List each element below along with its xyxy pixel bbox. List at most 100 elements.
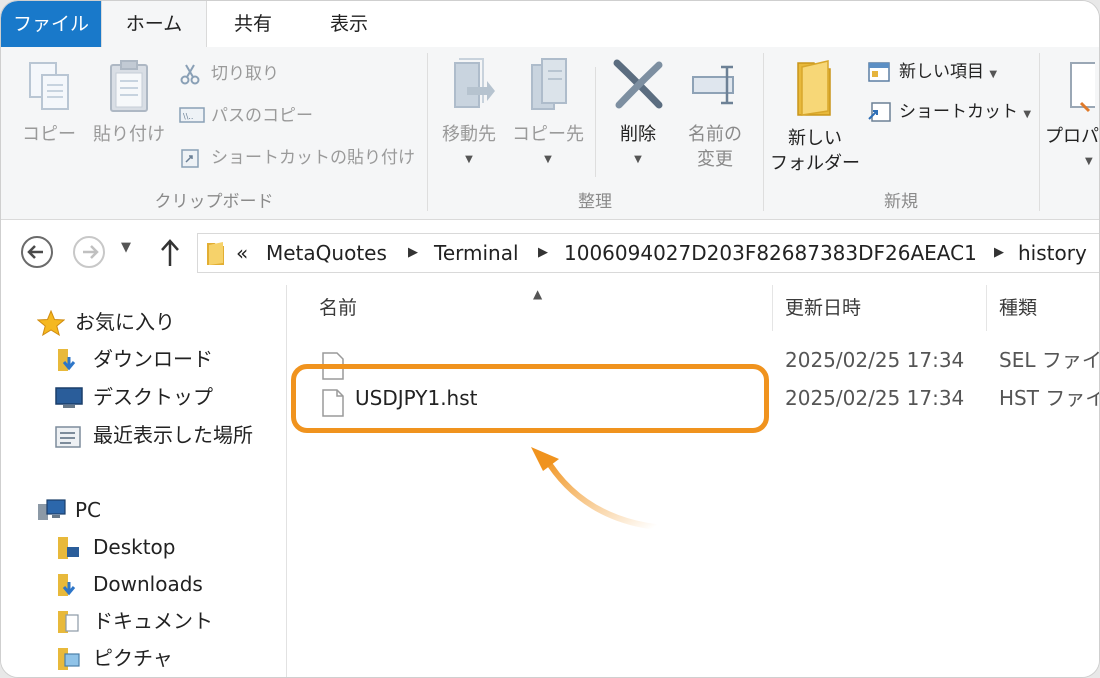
callout-arrow-icon bbox=[531, 447, 658, 530]
delete-button[interactable]: 削除 ▼ bbox=[605, 57, 671, 172]
shortcut-label: ショートカット ▼ bbox=[899, 102, 1032, 122]
breadcrumb-chevron-icon[interactable]: ▶ bbox=[408, 234, 418, 272]
properties-label: プロパ bbox=[1045, 126, 1099, 147]
file-modified: 2025/02/25 17:34 bbox=[785, 386, 965, 410]
breadcrumb-metaquotes[interactable]: MetaQuotes bbox=[266, 234, 387, 272]
explorer-window: ファイル ホーム 共有 表示 コピー 貼り付け 切り取り \\.. パスのコピー… bbox=[0, 0, 1100, 678]
downloads-folder-icon bbox=[58, 574, 76, 596]
nav-documents-label: ドキュメント bbox=[93, 609, 213, 633]
column-header-name[interactable]: 名前 bbox=[307, 285, 773, 331]
path-icon: \\.. bbox=[179, 107, 205, 123]
move-to-icon bbox=[454, 58, 495, 108]
file-modified: 2025/02/25 17:34 bbox=[785, 348, 965, 372]
tab-share[interactable]: 共有 bbox=[205, 1, 301, 47]
recent-places-icon bbox=[55, 426, 81, 448]
copy-to-button[interactable]: コピー先 ▼ bbox=[509, 57, 587, 172]
new-folder-label-line2: フォルダー bbox=[770, 153, 860, 174]
nav-pictures-label: ピクチャ bbox=[93, 646, 173, 670]
new-item-button[interactable]: 新しい項目 ▼ bbox=[867, 59, 1037, 85]
up-arrow-icon[interactable] bbox=[157, 236, 183, 268]
nav-downloads-label: Downloads bbox=[93, 572, 203, 596]
ribbon: コピー 貼り付け 切り取り \\.. パスのコピー ショートカットの貼り付け ク… bbox=[1, 47, 1099, 220]
nav-recent-label: 最近表示した場所 bbox=[93, 423, 253, 447]
rename-button[interactable]: 名前の 変更 bbox=[675, 57, 755, 172]
delete-x-icon bbox=[613, 59, 663, 109]
shortcut-button[interactable]: ショートカット ▼ bbox=[867, 99, 1037, 125]
shortcut-icon bbox=[868, 102, 891, 122]
move-to-button[interactable]: 移動先 ▼ bbox=[433, 57, 505, 172]
chevron-down-icon: ▼ bbox=[634, 154, 642, 165]
nav-desktop-jp-label: デスクトップ bbox=[93, 385, 213, 409]
nav-downloads-jp-label: ダウンロード bbox=[93, 347, 213, 371]
copy-to-icon bbox=[531, 58, 567, 110]
copy-path-button[interactable]: \\.. パスのコピー bbox=[179, 103, 399, 129]
pictures-folder-icon bbox=[58, 648, 80, 670]
tab-home[interactable]: ホーム bbox=[101, 1, 207, 48]
new-folder-button[interactable]: 新しい フォルダー bbox=[769, 57, 861, 176]
back-arrow-icon[interactable] bbox=[19, 234, 55, 270]
column-header-modified[interactable]: 更新日時 bbox=[773, 285, 987, 331]
new-folder-label-line1: 新しい bbox=[788, 128, 842, 149]
delete-label: 削除 bbox=[620, 124, 656, 145]
nav-quick-access-label: お気に入り bbox=[75, 310, 175, 334]
breadcrumb-history[interactable]: history bbox=[1018, 234, 1087, 272]
clipboard-icon bbox=[110, 60, 148, 112]
scissors-icon bbox=[180, 64, 200, 85]
clipboard-group-label: クリップボード bbox=[154, 192, 274, 212]
address-overflow-prefix[interactable]: « bbox=[236, 234, 248, 272]
paste-button[interactable]: 貼り付け bbox=[87, 59, 171, 147]
recent-locations-chevron-icon[interactable]: ▼ bbox=[121, 240, 131, 255]
folder-icon bbox=[797, 60, 831, 116]
column-header-type[interactable]: 種類 bbox=[987, 285, 1099, 331]
rename-label-line1: 名前の bbox=[688, 124, 742, 145]
ribbon-tabbar: ファイル ホーム 共有 表示 bbox=[1, 1, 1099, 48]
chevron-down-icon: ▼ bbox=[1085, 156, 1093, 167]
ribbon-separator bbox=[1039, 53, 1040, 211]
new-item-label: 新しい項目 ▼ bbox=[899, 62, 998, 82]
navigation-pane: お気に入り ダウンロード デスクトップ 最近表示した場所 PC Desktop … bbox=[1, 285, 287, 677]
copy-path-label: パスのコピー bbox=[211, 106, 313, 126]
organize-group-label: 整理 bbox=[578, 192, 612, 212]
ribbon-separator bbox=[595, 67, 596, 177]
copy-label: コピー bbox=[22, 124, 76, 145]
desktop-icon bbox=[55, 387, 83, 408]
paste-shortcut-button[interactable]: ショートカットの貼り付け bbox=[179, 145, 419, 171]
paste-shortcut-label: ショートカットの貼り付け bbox=[211, 148, 415, 168]
breadcrumb-chevron-icon[interactable]: ▶ bbox=[994, 234, 1004, 272]
highlight-box bbox=[291, 364, 769, 433]
new-item-icon bbox=[868, 62, 890, 82]
nav-desktop-label: Desktop bbox=[93, 535, 176, 559]
chevron-down-icon: ▼ bbox=[989, 69, 998, 80]
computer-icon bbox=[38, 499, 66, 520]
paste-shortcut-icon bbox=[181, 149, 199, 168]
file-type: SEL ファイル bbox=[999, 348, 1100, 372]
documents-folder-icon bbox=[58, 611, 79, 633]
star-icon bbox=[37, 310, 65, 336]
chevron-down-icon: ▼ bbox=[544, 154, 552, 165]
cut-button[interactable]: 切り取り bbox=[179, 61, 399, 87]
copy-icon bbox=[29, 62, 69, 110]
breadcrumb-chevron-icon[interactable]: ▶ bbox=[538, 234, 548, 272]
forward-arrow-icon[interactable] bbox=[71, 234, 107, 270]
file-type: HST ファイル bbox=[999, 386, 1099, 410]
properties-button[interactable]: プロパ ▼ bbox=[1045, 59, 1099, 174]
breadcrumb-terminal-id[interactable]: 1006094027D203F82687383DF26AEAC1 bbox=[564, 234, 977, 272]
svg-text:\\..: \\.. bbox=[183, 112, 193, 121]
new-group-label: 新規 bbox=[884, 192, 918, 212]
chevron-down-icon: ▼ bbox=[465, 154, 473, 165]
nav-pc-label: PC bbox=[75, 498, 102, 522]
folder-icon bbox=[207, 242, 224, 265]
move-to-label: 移動先 bbox=[442, 124, 496, 145]
file-list: ▲ 名前 更新日時 種類 2025/02/25 17:34 SEL ファイル U… bbox=[287, 285, 1100, 677]
desktop-folder-icon bbox=[58, 537, 79, 559]
copy-button[interactable]: コピー bbox=[13, 59, 85, 147]
properties-icon bbox=[1070, 62, 1099, 113]
tab-view[interactable]: 表示 bbox=[301, 1, 397, 47]
chevron-down-icon: ▼ bbox=[1023, 109, 1032, 120]
tab-file[interactable]: ファイル bbox=[1, 1, 101, 47]
navigation-bar: ▼ « MetaQuotes ▶ Terminal ▶ 1006094027D2… bbox=[1, 220, 1099, 284]
breadcrumb-terminal[interactable]: Terminal bbox=[434, 234, 519, 272]
rename-label-line2: 変更 bbox=[697, 149, 733, 170]
rename-icon bbox=[692, 65, 734, 105]
address-bar[interactable]: « MetaQuotes ▶ Terminal ▶ 1006094027D203… bbox=[197, 233, 1099, 273]
